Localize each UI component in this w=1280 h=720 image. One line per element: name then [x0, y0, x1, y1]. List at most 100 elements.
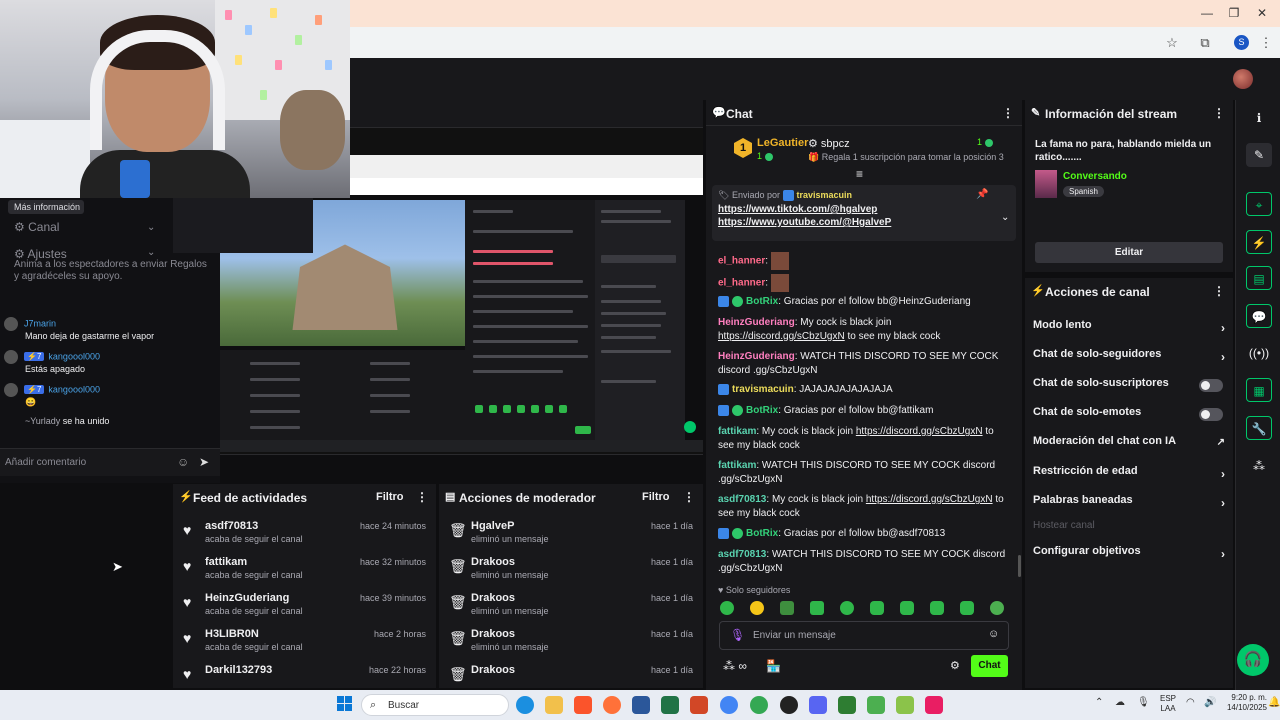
- discord-icon[interactable]: [809, 696, 827, 714]
- emote-icon[interactable]: [990, 601, 1004, 615]
- emote-icon[interactable]: [870, 601, 884, 615]
- emote-icon[interactable]: [930, 601, 944, 615]
- browser-menu-icon[interactable]: ⋮: [1256, 33, 1276, 53]
- support-button[interactable]: 🎧: [1237, 644, 1269, 676]
- send-icon[interactable]: ➤: [199, 455, 209, 469]
- edit-button[interactable]: Editar: [1035, 242, 1223, 263]
- more-options-icon[interactable]: ⋮: [1002, 106, 1014, 120]
- bookmark-star-icon[interactable]: ☆: [1162, 33, 1182, 53]
- pinned-link[interactable]: https://www.tiktok.com/@hgalvep: [718, 204, 877, 215]
- edge-icon[interactable]: [516, 696, 534, 714]
- clock[interactable]: 9:20 p. m. 14/10/2025: [1225, 693, 1267, 713]
- lightning-icon[interactable]: ⚡: [1246, 230, 1272, 254]
- pin-icon[interactable]: 📌: [976, 189, 988, 200]
- pinned-link[interactable]: https://www.youtube.com/@HgalveP: [718, 217, 891, 228]
- chevron-right-icon: ›: [1221, 547, 1225, 561]
- cloud-icon[interactable]: ☁: [1115, 697, 1125, 708]
- microphone-icon[interactable]: 🎙: [730, 628, 745, 642]
- chat-icon[interactable]: 💬: [1246, 304, 1272, 328]
- subscribers-only-toggle[interactable]: [1199, 379, 1223, 392]
- goals-item[interactable]: Configurar objetivos ›: [1033, 545, 1225, 569]
- leader-name[interactable]: LeGautier: [757, 137, 808, 149]
- filter-button[interactable]: Filtro: [376, 491, 404, 503]
- category-name[interactable]: Conversando: [1063, 171, 1127, 182]
- excel-icon[interactable]: [661, 696, 679, 714]
- chat-extras-icon[interactable]: ⁂ ∞: [723, 659, 747, 673]
- chat-input[interactable]: 🎙 Enviar un mensaje ☺: [719, 621, 1009, 650]
- chevron-down-icon[interactable]: ⌄: [1001, 212, 1009, 223]
- wifi-icon[interactable]: ◠: [1186, 697, 1195, 708]
- emotes-only-toggle[interactable]: [1199, 408, 1223, 421]
- xbox-icon[interactable]: [838, 696, 856, 714]
- more-options-icon[interactable]: ⋮: [1213, 106, 1225, 120]
- pencil-icon[interactable]: ✎: [1246, 143, 1272, 167]
- brave-icon[interactable]: [574, 696, 592, 714]
- more-options-icon[interactable]: ⋮: [683, 490, 695, 504]
- minimize-button[interactable]: —: [1192, 4, 1222, 22]
- emoji-picker-icon[interactable]: ☺: [177, 455, 189, 469]
- pinned-message: 🏷 Enviado por travismacuin 📌 https://www…: [712, 185, 1016, 241]
- chevron-down-icon[interactable]: ⌄: [147, 222, 155, 233]
- emote-icon[interactable]: [780, 601, 794, 615]
- volume-icon[interactable]: 🔊: [1204, 697, 1216, 708]
- message-link[interactable]: https://discord.gg/sCbzUgxN: [856, 426, 983, 437]
- address-bar[interactable]: [350, 27, 1280, 58]
- minecraft-icon[interactable]: [867, 696, 885, 714]
- info-icon[interactable]: ℹ: [1246, 106, 1272, 130]
- notification-icon[interactable]: 🔔: [1268, 697, 1280, 708]
- tray-chevron-icon[interactable]: ⌃: [1095, 697, 1103, 708]
- add-widget-icon[interactable]: ⁂: [1246, 454, 1272, 478]
- expand-icon[interactable]: ≡: [856, 167, 863, 181]
- taskbar-search[interactable]: ⌕ Buscar: [361, 694, 509, 716]
- emote-icon[interactable]: [810, 601, 824, 615]
- message-link[interactable]: https://discord.gg/sCbzUgxN: [718, 331, 845, 342]
- age-restriction-item[interactable]: Restricción de edad ›: [1033, 465, 1225, 489]
- file-explorer-icon[interactable]: [545, 696, 563, 714]
- chrome-profile-icon[interactable]: [750, 696, 768, 714]
- more-options-icon[interactable]: ⋮: [416, 490, 428, 504]
- emoji-picker-icon[interactable]: ☺: [988, 628, 999, 640]
- second-leader[interactable]: ⚙ sbpcz: [808, 137, 850, 150]
- profile-avatar[interactable]: S: [1234, 35, 1249, 50]
- emote-icon[interactable]: [750, 601, 764, 615]
- wrench-icon[interactable]: 🔧: [1246, 416, 1272, 440]
- powerpoint-icon[interactable]: [690, 696, 708, 714]
- store-icon[interactable]: 🏪: [766, 659, 781, 673]
- list-item: ♥ HeinzGuderiang acaba de seguir el cana…: [183, 592, 426, 616]
- focus-icon[interactable]: ⌖: [1246, 192, 1272, 216]
- emote-icon[interactable]: [720, 601, 734, 615]
- slow-mode-item[interactable]: Modo lento ›: [1033, 319, 1225, 343]
- message-link[interactable]: https://discord.gg/sCbzUgxN: [866, 494, 993, 505]
- followers-only-item[interactable]: Chat de solo-seguidores ›: [1033, 348, 1225, 372]
- comment-input[interactable]: Añadir comentario ☺ ➤: [0, 448, 220, 476]
- more-options-icon[interactable]: ⋮: [1213, 284, 1225, 298]
- minecraft-launcher-icon[interactable]: [896, 696, 914, 714]
- document-icon[interactable]: ▤: [1246, 266, 1272, 290]
- channel-actions-panel: ⚡ Acciones de canal ⋮ Modo lento › Chat d…: [1025, 278, 1233, 688]
- broadcast-icon[interactable]: ((•)): [1246, 341, 1272, 365]
- chevron-down-icon[interactable]: ⌄: [147, 247, 155, 258]
- microphone-icon[interactable]: 🎙: [1137, 697, 1150, 708]
- firefox-icon[interactable]: [603, 696, 621, 714]
- canal-section[interactable]: ⚙ Canal: [14, 220, 59, 234]
- ai-moderation-item[interactable]: Moderación del chat con IA ↗: [1033, 435, 1225, 459]
- tiktok-icon[interactable]: [925, 696, 943, 714]
- close-button[interactable]: ✕: [1247, 4, 1277, 22]
- layout-icon[interactable]: ▦: [1246, 378, 1272, 402]
- user-avatar[interactable]: [1233, 69, 1253, 89]
- chrome-icon[interactable]: [720, 696, 738, 714]
- banned-words-item[interactable]: Palabras baneadas ›: [1033, 494, 1225, 518]
- emote-icon[interactable]: [900, 601, 914, 615]
- language-indicator[interactable]: ESP LAA: [1160, 694, 1176, 714]
- filter-button[interactable]: Filtro: [642, 491, 670, 503]
- chat-scrollbar[interactable]: [1018, 555, 1021, 577]
- word-icon[interactable]: [632, 696, 650, 714]
- restore-button[interactable]: ❐: [1219, 4, 1249, 22]
- gear-icon[interactable]: ⚙: [950, 659, 960, 672]
- send-chat-button[interactable]: Chat: [971, 655, 1008, 677]
- emote-icon[interactable]: [960, 601, 974, 615]
- extensions-icon[interactable]: ⧉: [1195, 33, 1215, 53]
- obs-icon[interactable]: [780, 696, 798, 714]
- emote-icon[interactable]: [840, 601, 854, 615]
- windows-start-icon[interactable]: [337, 696, 353, 712]
